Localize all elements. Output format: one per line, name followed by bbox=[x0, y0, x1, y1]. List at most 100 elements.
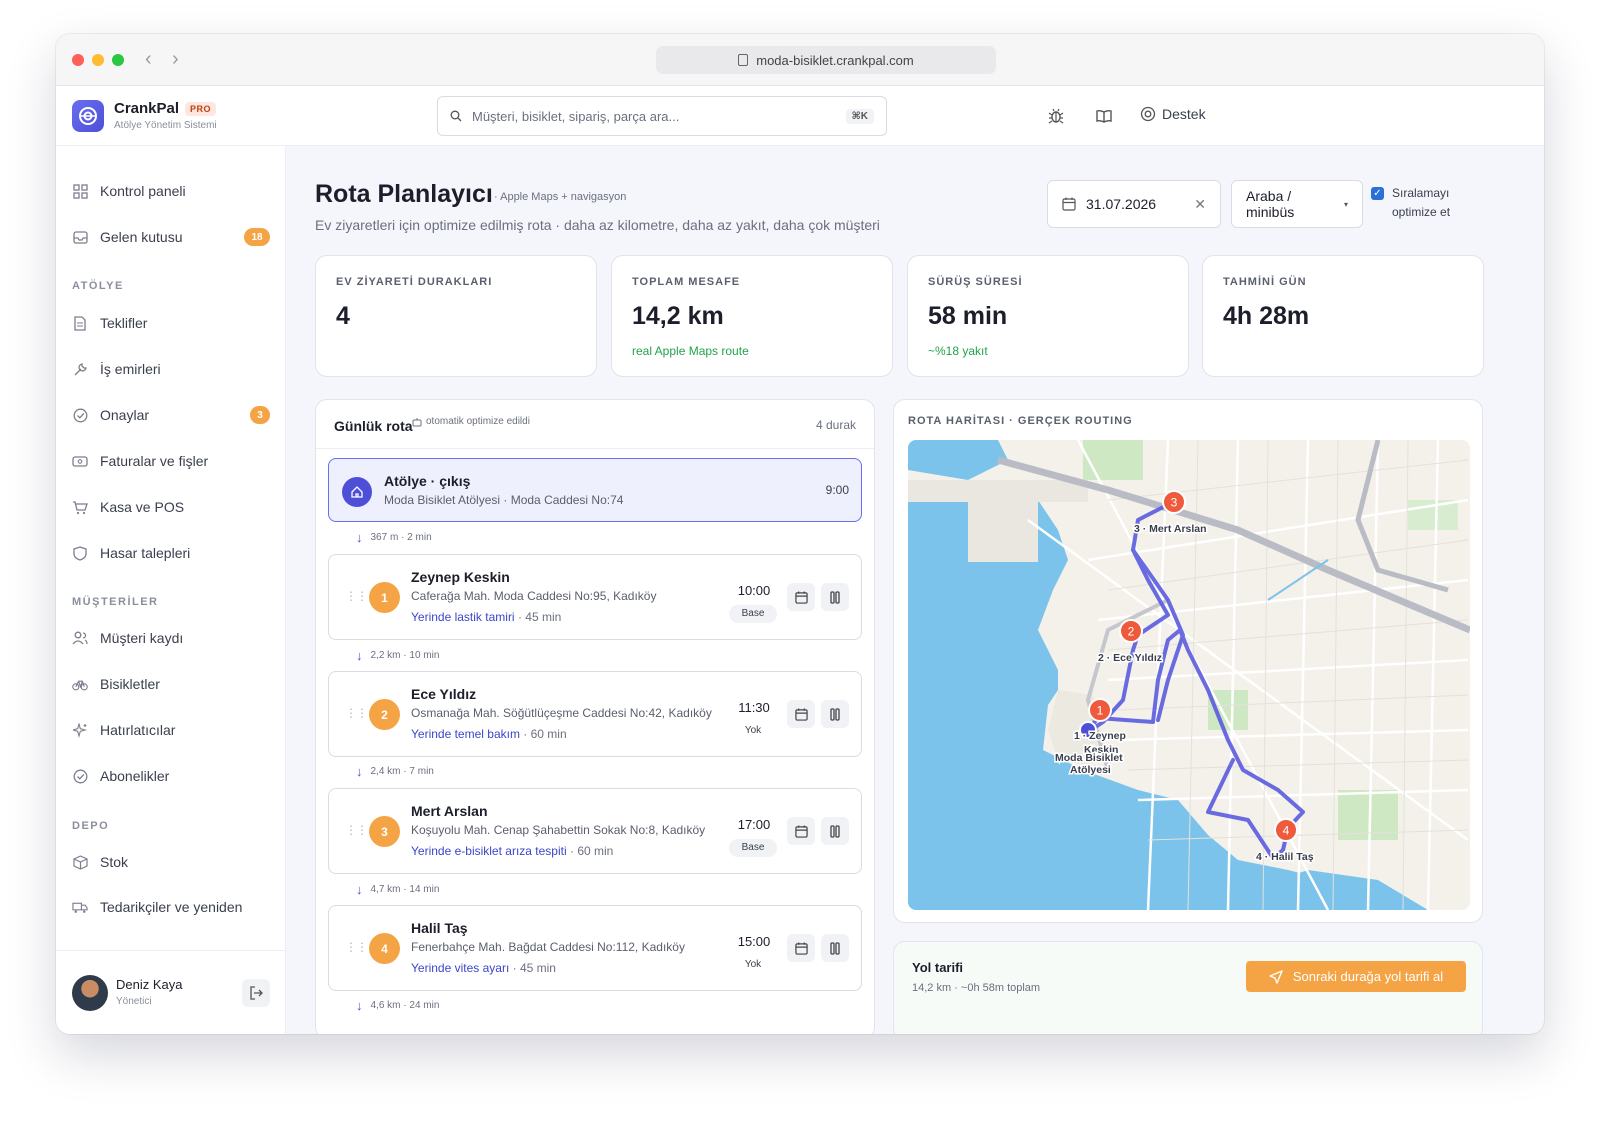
arrow-down-icon: ↓ bbox=[356, 764, 363, 779]
route-leg: ↓ 367 m · 2 min bbox=[356, 530, 432, 545]
pause-button[interactable] bbox=[821, 817, 849, 845]
stop-address: Koşuyolu Mah. Cenap Şahabettin Sokak No:… bbox=[411, 823, 706, 837]
sidebar-item-label: Stok bbox=[100, 854, 129, 870]
calendar-icon bbox=[794, 824, 808, 838]
sidebar-item-inbox[interactable]: Gelen kutusu 18 bbox=[72, 222, 270, 252]
calendar-button[interactable] bbox=[787, 583, 815, 611]
route-stop[interactable]: ⋮⋮ 4 Halil Taş Fenerbahçe Mah. Bağdat Ca… bbox=[328, 905, 862, 991]
calendar-button[interactable] bbox=[787, 934, 815, 962]
url-bar[interactable]: moda-bisiklet.crankpal.com bbox=[656, 46, 996, 74]
user-profile: Deniz Kaya Yönetici bbox=[56, 950, 285, 1034]
sidebar-item-work-orders[interactable]: İş emirleri bbox=[72, 354, 270, 384]
optimize-label: Sıralamayı optimize et bbox=[1392, 184, 1450, 222]
sidebar-item-invoices[interactable]: Faturalar ve fişler bbox=[72, 446, 270, 476]
stop-tag: Yok bbox=[744, 725, 762, 736]
app-logo[interactable] bbox=[72, 100, 104, 132]
forward-arrow-icon[interactable]: › bbox=[172, 48, 179, 71]
check-circle-icon bbox=[72, 768, 88, 784]
route-map[interactable]: 1 2 3 4 3 · Mert Arslan 2 · Ece Yıldız 1… bbox=[908, 440, 1470, 910]
drag-handle-icon[interactable]: ⋮⋮ bbox=[345, 589, 368, 603]
sidebar-item-claims[interactable]: Hasar talepleri bbox=[72, 538, 270, 568]
route-stop[interactable]: ⋮⋮ 1 Zeynep Keskin Caferağa Mah. Moda Ca… bbox=[328, 554, 862, 640]
back-arrow-icon[interactable]: ‹ bbox=[145, 48, 152, 71]
origin-title: Atölye · çıkış bbox=[384, 473, 471, 489]
route-origin[interactable]: Atölye · çıkış Moda Bisiklet Atölyesi · … bbox=[328, 458, 862, 522]
sidebar-item-stock[interactable]: Stok bbox=[72, 847, 270, 877]
page-tag: · Apple Maps + navigasyon bbox=[494, 191, 627, 203]
stat-card-day-estimate: TAHMİNİ GÜN 4h 28m bbox=[1202, 255, 1484, 377]
service-duration: · 60 min bbox=[523, 727, 567, 741]
vehicle-select[interactable]: Araba / minibüs ▾ bbox=[1231, 180, 1363, 228]
route-stop[interactable]: ⋮⋮ 3 Mert Arslan Koşuyolu Mah. Cenap Şah… bbox=[328, 788, 862, 874]
minimize-window-button[interactable] bbox=[92, 54, 104, 66]
bug-icon[interactable] bbox=[1046, 106, 1066, 126]
sidebar-item-label: Teklifler bbox=[100, 315, 148, 331]
inbox-icon bbox=[72, 229, 88, 245]
maximize-window-button[interactable] bbox=[112, 54, 124, 66]
route-panel-title: Günlük rota bbox=[334, 418, 413, 434]
service-link[interactable]: Yerinde temel bakım bbox=[411, 727, 520, 741]
drag-handle-icon[interactable]: ⋮⋮ bbox=[345, 706, 368, 720]
sidebar-item-label: Kontrol paneli bbox=[100, 183, 186, 199]
user-role: Yönetici bbox=[116, 996, 152, 1007]
sidebar-item-dashboard[interactable]: Kontrol paneli bbox=[72, 176, 270, 206]
calendar-icon bbox=[794, 941, 808, 955]
search-input[interactable]: Müşteri, bisiklet, sipariş, parça ara...… bbox=[437, 96, 887, 136]
stat-value: 14,2 km bbox=[632, 302, 724, 330]
optimize-order-checkbox[interactable]: ✓ Sıralamayı optimize et bbox=[1371, 184, 1450, 222]
drag-handle-icon[interactable]: ⋮⋮ bbox=[345, 823, 368, 837]
support-link[interactable]: Destek bbox=[1140, 106, 1206, 122]
book-icon[interactable] bbox=[1094, 106, 1114, 126]
leg-text: 4,7 km · 14 min bbox=[370, 884, 440, 895]
clear-date-icon[interactable]: ✕ bbox=[1194, 196, 1206, 213]
close-window-button[interactable] bbox=[72, 54, 84, 66]
sidebar-item-suppliers[interactable]: Tedarikçiler ve yeniden bbox=[72, 893, 270, 921]
checkbox-checked-icon[interactable]: ✓ bbox=[1371, 187, 1384, 200]
sidebar-item-label: İş emirleri bbox=[100, 361, 161, 377]
sidebar-item-approvals[interactable]: Onaylar 3 bbox=[72, 400, 270, 430]
sidebar-item-reminders[interactable]: Hatırlatıcılar bbox=[72, 715, 270, 745]
calendar-button[interactable] bbox=[787, 817, 815, 845]
service-link[interactable]: Yerinde e-bisiklet arıza tespiti bbox=[411, 844, 567, 858]
stat-value: 4 bbox=[336, 302, 350, 330]
sidebar-item-label: Faturalar ve fişler bbox=[100, 453, 209, 469]
service-link[interactable]: Yerinde vites ayarı bbox=[411, 961, 509, 975]
sidebar-item-customers[interactable]: Müşteri kaydı bbox=[72, 623, 270, 653]
next-stop-directions-button[interactable]: Sonraki durağa yol tarifi al bbox=[1246, 961, 1466, 992]
sidebar-item-label: Hasar talepleri bbox=[100, 545, 191, 561]
stop-address: Osmanağa Mah. Söğütlüçeşme Caddesi No:42… bbox=[411, 706, 712, 720]
sidebar-item-quotes[interactable]: Teklifler bbox=[72, 308, 270, 338]
route-stop[interactable]: ⋮⋮ 2 Ece Yıldız Osmanağa Mah. Söğütlüçeş… bbox=[328, 671, 862, 757]
sidebar-item-subscriptions[interactable]: Abonelikler bbox=[72, 761, 270, 791]
logout-button[interactable] bbox=[242, 979, 270, 1007]
stat-label: EV ZİYARETİ DURAKLARI bbox=[336, 276, 493, 288]
search-icon bbox=[450, 110, 462, 122]
arrow-down-icon: ↓ bbox=[356, 648, 363, 663]
service-link[interactable]: Yerinde lastik tamiri bbox=[411, 610, 515, 624]
pause-button[interactable] bbox=[821, 700, 849, 728]
stop-service: Yerinde temel bakım · 60 min bbox=[411, 727, 567, 741]
avatar[interactable] bbox=[72, 975, 108, 1011]
page-icon bbox=[738, 54, 749, 66]
pause-icon bbox=[830, 590, 840, 604]
sidebar-item-bikes[interactable]: Bisikletler bbox=[72, 669, 270, 699]
sidebar-item-label: Bisikletler bbox=[100, 676, 160, 692]
pause-button[interactable] bbox=[821, 583, 849, 611]
date-picker[interactable]: 31.07.2026 ✕ bbox=[1047, 180, 1221, 228]
drag-handle-icon[interactable]: ⋮⋮ bbox=[345, 940, 368, 954]
map-label-origin: Moda Bisiklet bbox=[1055, 752, 1123, 764]
page-subtitle: Ev ziyaretleri için optimize edilmiş rot… bbox=[315, 217, 880, 233]
sidebar: Kontrol paneli Gelen kutusu 18 ATÖLYE Te… bbox=[56, 146, 286, 1034]
origin-address: Moda Bisiklet Atölyesi · Moda Caddesi No… bbox=[384, 493, 624, 507]
home-icon bbox=[342, 477, 372, 507]
pause-button[interactable] bbox=[821, 934, 849, 962]
inbox-count-badge: 18 bbox=[244, 228, 270, 246]
optimize-label-line2: optimize et bbox=[1392, 205, 1451, 219]
route-leg: ↓ 4,7 km · 14 min bbox=[356, 882, 439, 897]
sidebar-item-pos[interactable]: Kasa ve POS bbox=[72, 492, 270, 522]
sidebar-item-label: Hatırlatıcılar bbox=[100, 722, 176, 738]
service-duration: · 45 min bbox=[512, 961, 556, 975]
stat-card-distance: TOPLAM MESAFE 14,2 km real Apple Maps ro… bbox=[611, 255, 893, 377]
calendar-button[interactable] bbox=[787, 700, 815, 728]
section-label-atolye: ATÖLYE bbox=[72, 280, 124, 292]
